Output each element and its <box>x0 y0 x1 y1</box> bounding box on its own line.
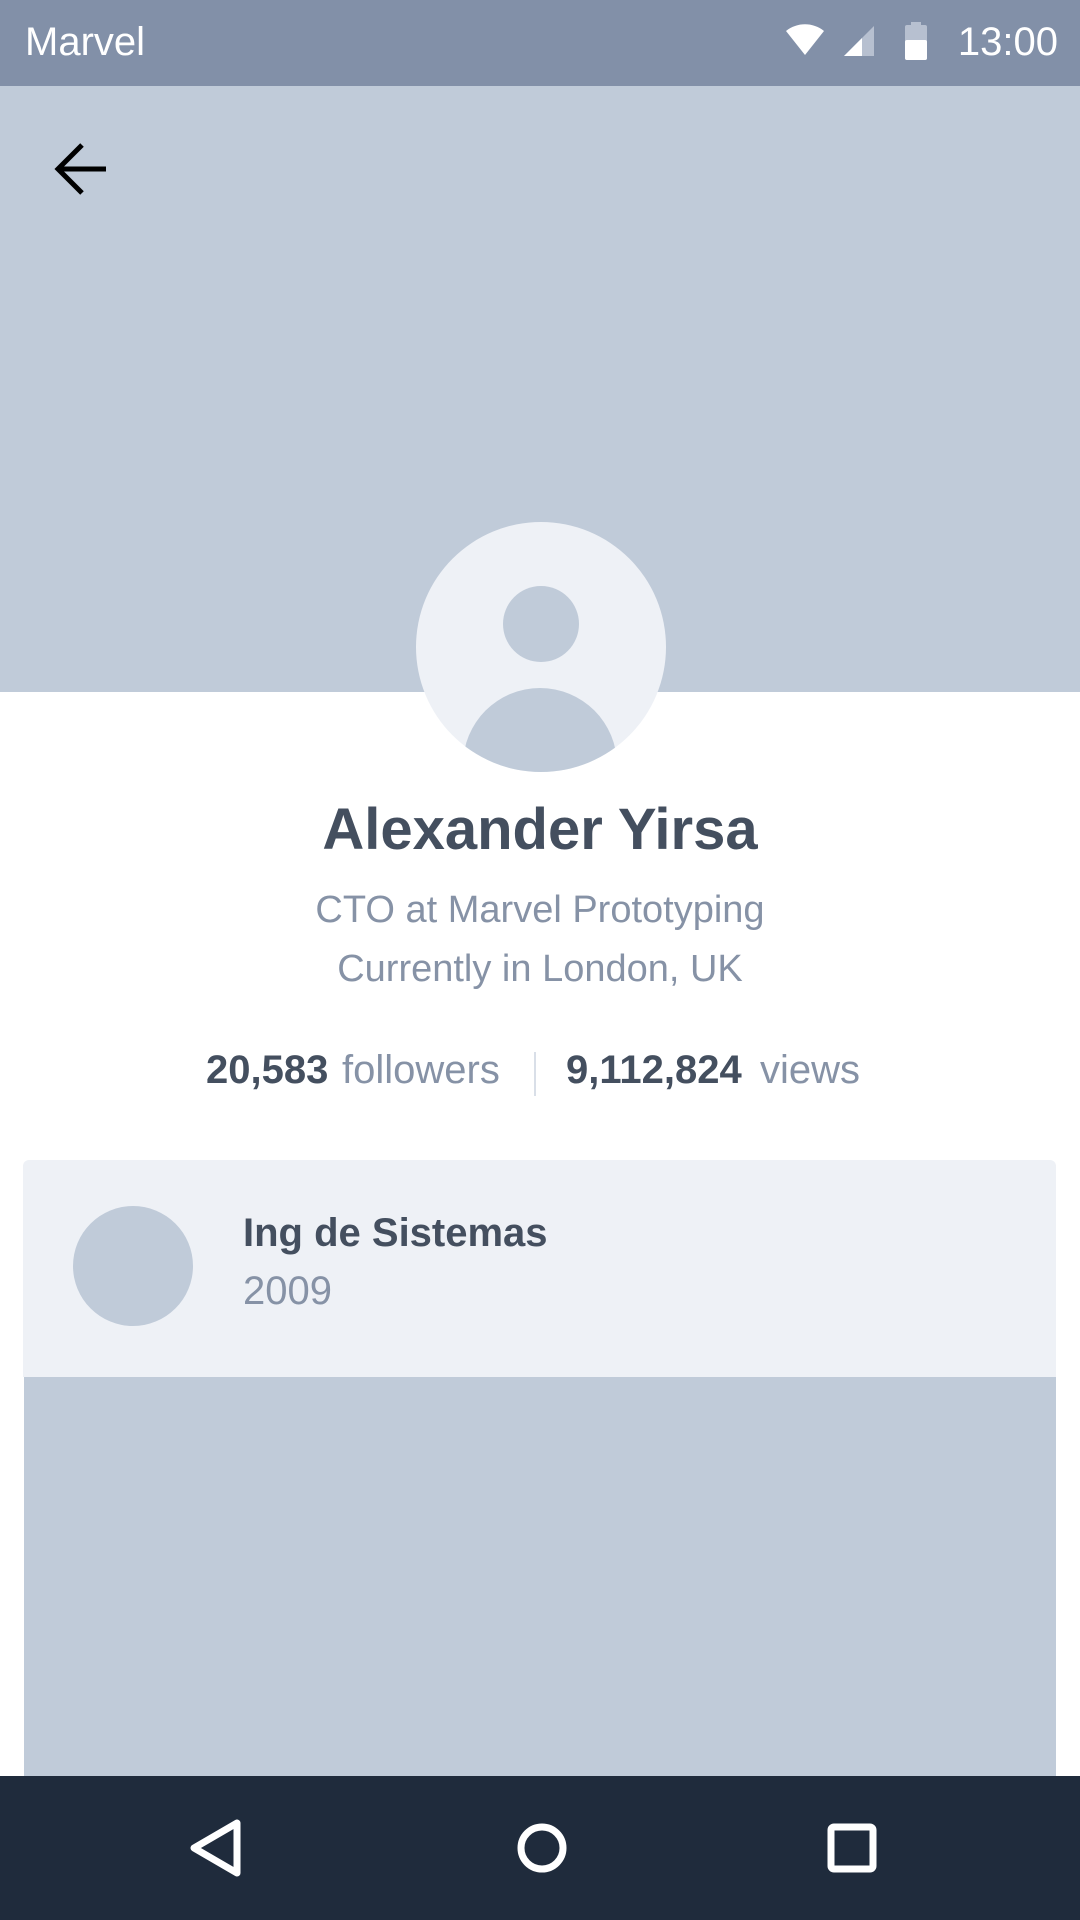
stats-divider <box>534 1052 536 1096</box>
battery-icon <box>905 22 927 60</box>
followers-label: followers <box>342 1048 500 1092</box>
nav-home-button[interactable] <box>497 1803 587 1893</box>
arrow-left-icon <box>54 143 106 195</box>
followers-count: 20,583 <box>206 1048 329 1092</box>
education-card[interactable]: Ing de Sistemas 2009 <box>23 1160 1056 1377</box>
card-logo <box>73 1206 193 1326</box>
avatar[interactable] <box>416 522 666 772</box>
signal-icon <box>844 26 874 56</box>
nav-recent-apps-button[interactable] <box>807 1803 897 1893</box>
carrier-name: Marvel <box>25 20 146 64</box>
clock: 13:00 <box>957 20 1058 64</box>
card-year: 2009 <box>243 1269 332 1313</box>
profile-name: Alexander Yirsa <box>322 797 758 862</box>
nav-back-icon <box>190 1819 241 1877</box>
profile-location: Currently in London, UK <box>337 948 743 990</box>
avatar-body-shape <box>463 688 617 772</box>
card-title: Ing de Sistemas <box>243 1211 548 1255</box>
profile-role: CTO at Marvel Prototyping <box>315 889 765 931</box>
views-label: views <box>760 1048 861 1092</box>
avatar-head-shape <box>503 586 579 662</box>
profile-stats: 20,583 followers 9,112,824 views <box>0 1044 1080 1096</box>
views-count: 9,112,824 <box>566 1048 742 1092</box>
profile-screen: Marvel 13:00 Alexander Yirsa CTO at Marv… <box>0 0 1080 1920</box>
card-image <box>24 1377 1056 1777</box>
nav-recent-apps-icon <box>827 1823 877 1873</box>
wifi-icon <box>786 24 824 55</box>
navigation-bar <box>0 1776 1080 1920</box>
nav-home-icon <box>517 1823 567 1873</box>
status-bar: Marvel 13:00 <box>0 0 1080 86</box>
back-button[interactable] <box>50 136 116 202</box>
nav-back-button[interactable] <box>172 1803 262 1893</box>
